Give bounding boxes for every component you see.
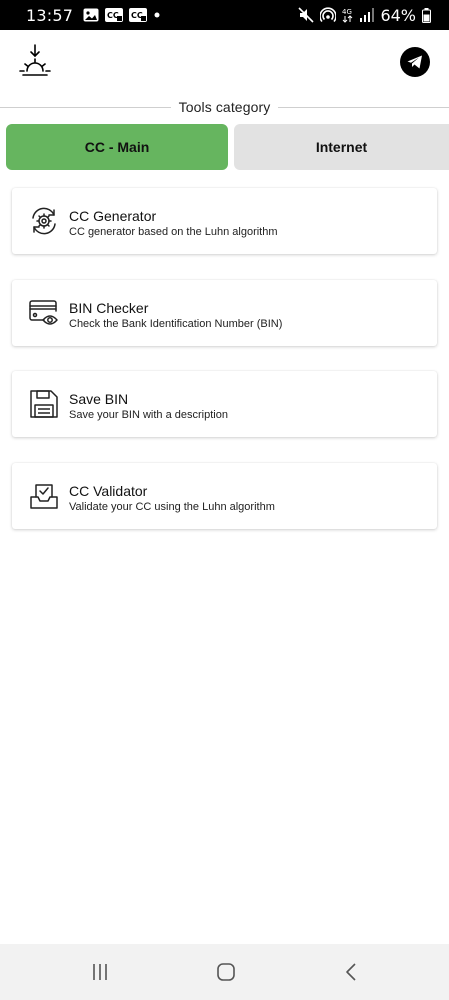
tool-card-save-bin[interactable]: Save BIN Save your BIN with a descriptio… bbox=[12, 371, 437, 437]
recents-icon[interactable] bbox=[88, 960, 112, 984]
category-title: Tools category bbox=[170, 99, 279, 115]
card-title: CC Generator bbox=[69, 208, 157, 224]
card-title: BIN Checker bbox=[69, 300, 149, 316]
gallery-icon bbox=[83, 8, 99, 22]
tab-label: Internet bbox=[315, 139, 368, 155]
back-icon[interactable] bbox=[340, 960, 364, 984]
category-title-wrap: Tools category bbox=[0, 99, 449, 115]
card-title: CC Validator bbox=[69, 483, 148, 499]
dot-icon bbox=[153, 11, 161, 19]
status-bar: 13:57 CC CC 4G 64% bbox=[0, 0, 449, 30]
tab-cc-main[interactable]: CC - Main bbox=[6, 124, 228, 170]
home-icon[interactable] bbox=[214, 960, 238, 984]
system-nav-bar bbox=[0, 944, 449, 1000]
tab-internet[interactable]: Internet bbox=[234, 124, 449, 170]
battery-percentage: 64% bbox=[380, 5, 416, 25]
signal-icon bbox=[360, 8, 375, 22]
hotspot-icon bbox=[320, 7, 337, 23]
status-bar-right: 4G 64% bbox=[298, 6, 431, 25]
card-description: Save your BIN with a description bbox=[69, 409, 228, 421]
tab-label: CC - Main bbox=[84, 139, 150, 155]
card-eye-icon bbox=[28, 297, 60, 329]
tool-card-cc-validator[interactable]: CC Validator Validate your CC using the … bbox=[12, 463, 437, 529]
card-description: CC generator based on the Luhn algorithm bbox=[69, 226, 278, 238]
cc-notification-icon: CC bbox=[129, 8, 148, 22]
battery-icon bbox=[422, 7, 431, 23]
gear-refresh-icon bbox=[28, 205, 60, 237]
tray-check-icon bbox=[28, 480, 60, 512]
telegram-icon bbox=[407, 55, 423, 69]
category-header: Tools category bbox=[0, 98, 449, 118]
svg-text:4G: 4G bbox=[342, 8, 352, 16]
status-bar-left: 13:57 CC CC bbox=[26, 6, 161, 25]
tool-card-bin-checker[interactable]: BIN Checker Check the Bank Identificatio… bbox=[12, 280, 437, 346]
telegram-button[interactable] bbox=[400, 47, 430, 77]
4g-icon: 4G bbox=[342, 7, 354, 23]
card-title: Save BIN bbox=[69, 391, 129, 407]
mute-icon bbox=[298, 7, 315, 23]
tool-card-cc-generator[interactable]: CC Generator CC generator based on the L… bbox=[12, 188, 437, 254]
sunrise-logo-icon[interactable] bbox=[18, 44, 52, 80]
card-description: Validate your CC using the Luhn algorith… bbox=[69, 501, 275, 513]
floppy-disk-icon bbox=[28, 388, 60, 420]
card-description: Check the Bank Identification Number (BI… bbox=[69, 318, 283, 330]
status-time: 13:57 bbox=[26, 5, 74, 25]
cc-notification-icon: CC bbox=[105, 8, 124, 22]
app-header bbox=[0, 30, 449, 98]
